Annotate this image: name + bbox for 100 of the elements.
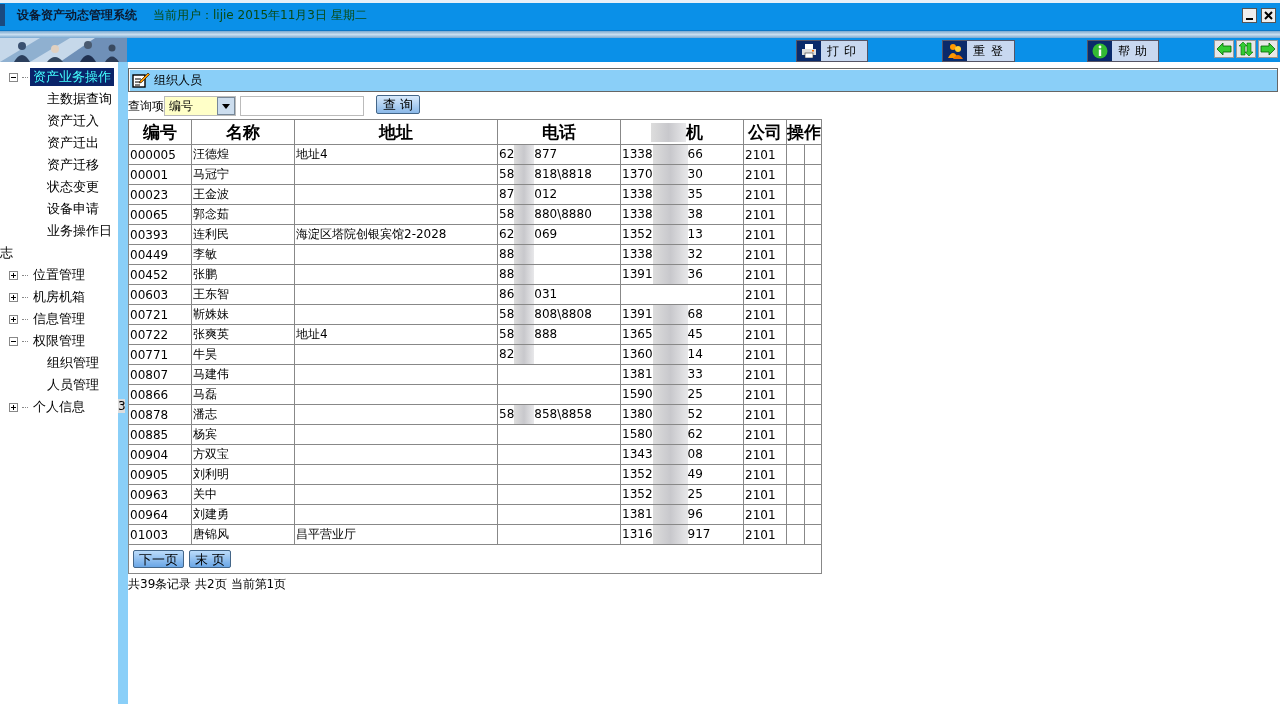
panel-title: 组织人员 [154,71,202,89]
tree-item[interactable]: 设备申请 [0,198,118,220]
table-cell: 58 [499,207,515,221]
tree-item[interactable]: 业务操作日志 [0,220,118,264]
privacy-blur [514,165,535,184]
tree-item[interactable]: 资产迁入 [0,110,118,132]
tree-item[interactable]: 主数据查询 [0,88,118,110]
table-cell: 00393 [128,224,192,245]
privacy-blur [652,405,688,424]
table-cell: 1352 [622,467,653,481]
privacy-blur [514,185,535,204]
expand-icon[interactable] [9,314,18,324]
tree-item[interactable]: 权限管理 [30,332,88,350]
close-icon[interactable] [1261,7,1276,23]
privacy-blur [652,185,688,204]
privacy-blur [652,425,688,444]
privacy-blur [652,445,688,464]
tree-item[interactable]: 信息管理 [30,310,88,328]
table-cell: 880\8880 [534,207,592,221]
table-cell: 2101 [743,324,787,345]
table-cell: 2101 [743,444,787,465]
tree-item[interactable]: 状态变更 [0,176,118,198]
column-header: 电话 [497,119,621,145]
pager-button[interactable]: 下一页 [133,550,184,568]
table-cell: 李敏 [191,244,295,265]
tree-item[interactable]: 机房机箱 [30,288,88,306]
tree-item[interactable]: 人员管理 [0,374,118,396]
table-cell: 2101 [743,344,787,365]
table-cell: 00452 [128,264,192,285]
table-cell: 1360 [622,347,653,361]
table-cell: 唐锦风 [191,524,295,545]
search-field[interactable] [240,96,364,116]
table-cell: 00866 [128,384,192,405]
table-cell: 1338 [622,187,653,201]
table-cell: 808\8808 [534,307,592,321]
table-cell: 00721 [128,304,192,325]
expand-icon[interactable] [9,270,18,280]
table-cell: 2101 [743,244,787,265]
relogin-button[interactable]: 重 登 [942,40,1015,62]
refresh-icon[interactable] [1236,40,1256,58]
table-cell: 00065 [128,204,192,225]
table-cell: 00001 [128,164,192,185]
tree-item[interactable]: 资产迁出 [0,132,118,154]
field-dropdown[interactable]: 编号 [164,96,236,116]
tree-item[interactable]: 资产业务操作 [30,68,114,86]
column-header: 地址 [294,119,498,145]
table-cell: 000005 [128,144,192,165]
tree-item[interactable]: 组织管理 [0,352,118,374]
table-cell: 00964 [128,504,192,525]
title-accent-bar [0,4,5,26]
table-cell: 14 [687,347,703,361]
table-cell: 地址4 [294,324,498,345]
table-cell: 68 [687,307,703,321]
table-cell: 1352 [622,227,653,241]
table-cell: 1580 [622,427,653,441]
privacy-blur [652,305,688,324]
expand-icon[interactable] [9,402,18,412]
table-cell: 2101 [743,404,787,425]
table-cell: 2101 [743,204,787,225]
table-cell: 35 [687,187,703,201]
table-cell: 25 [687,387,703,401]
table-cell: 66 [687,147,703,161]
table-cell: 00905 [128,464,192,485]
table-cell: 王金波 [191,184,295,205]
table-cell: 1381 [622,507,653,521]
app-title: 设备资产动态管理系统 [17,6,137,24]
table-cell: 13 [687,227,703,241]
table-cell: 62 [687,427,703,441]
tree-item[interactable]: 个人信息 [30,398,88,416]
table-cell: 00878 [128,404,192,425]
column-header: 名称 [191,119,295,145]
column-header: 编号 [128,119,192,145]
search-button[interactable]: 查 询 [376,94,420,114]
splitter-handle[interactable]: 3 [118,399,125,413]
users-icon [947,43,964,59]
forward-arrow-icon[interactable] [1258,40,1278,58]
help-button[interactable]: 帮 助 [1086,40,1160,62]
privacy-blur [514,205,535,224]
pager-button[interactable]: 末 页 [189,550,231,568]
table-cell: 52 [687,407,703,421]
table-cell: 马磊 [191,384,295,405]
minimize-icon[interactable] [1242,7,1257,23]
privacy-blur [514,325,535,344]
expand-icon[interactable] [9,292,18,302]
back-arrow-icon[interactable] [1214,40,1234,58]
tree-item[interactable]: 位置管理 [30,266,88,284]
table-cell: 潘志 [191,404,295,425]
record-summary: 共39条记录 共2页 当前第1页 [128,576,288,593]
table-cell: 2101 [743,264,787,285]
table-cell: 888 [534,327,558,341]
table-cell: 88 [499,267,515,281]
table-cell: 1370 [622,167,653,181]
print-button[interactable]: 打 印 [796,40,869,62]
collapse-icon[interactable] [9,72,18,82]
collapse-icon[interactable] [9,336,18,346]
tree-item[interactable]: 资产迁移 [0,154,118,176]
table-cell: 38 [687,207,703,221]
table-cell: 2101 [743,524,787,545]
table-cell: 1391 [622,267,653,281]
table-cell: 00023 [128,184,192,205]
